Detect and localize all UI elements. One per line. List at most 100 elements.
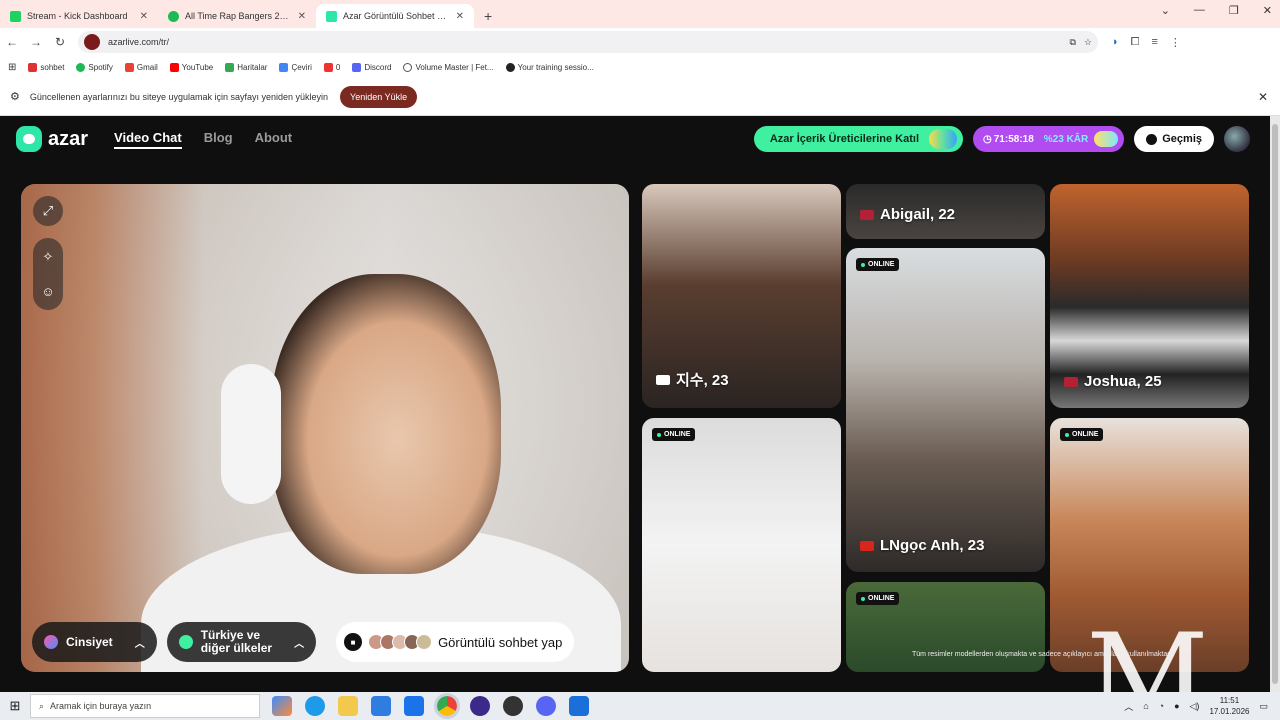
tab-azar[interactable]: Azar Görüntülü Sohbet & Video ✕ (316, 4, 474, 28)
maps-icon (225, 62, 235, 72)
profile-card[interactable]: ONLINE (642, 418, 841, 672)
address-input[interactable]: azarlive.com/tr/ ⧉ ☆ (78, 31, 1098, 53)
clock-time: 11:51 (1219, 696, 1240, 705)
nav-about[interactable]: About (255, 130, 293, 149)
bookmark-label: Volume Master | Fet... (415, 62, 494, 72)
copilot-icon[interactable] (272, 696, 292, 716)
profile-name-text: LNgọc Anh, 23 (880, 537, 985, 554)
face-filter-icon[interactable]: ☺ (33, 276, 63, 306)
windows-taskbar: ⊞ ⌕ Aramak için buraya yazın ︿ ⌂ ◔ ● ◁) … (0, 692, 1280, 720)
bookmark-item[interactable]: Your training sessio... (505, 62, 594, 72)
start-video-chat-button[interactable]: ■ Görüntülü sohbet yap (336, 622, 575, 662)
new-tab-button[interactable]: + (474, 4, 502, 28)
system-tray: ︿ ⌂ ◔ ● ◁) 11:51 17.01.2026 ▭ (1124, 695, 1268, 717)
bookmark-star-icon[interactable]: ☆ (1084, 37, 1092, 48)
chrome-icon[interactable] (434, 693, 460, 719)
chevron-down-icon[interactable]: ⌄ (1161, 4, 1170, 17)
minimize-icon[interactable]: — (1194, 4, 1205, 17)
volume-icon[interactable]: ◁) (1190, 701, 1200, 712)
bookmark-item[interactable]: Gmail (124, 62, 158, 72)
taskbar-search-input[interactable]: ⌕ Aramak için buraya yazın (30, 694, 260, 718)
profile-card[interactable]: Joshua, 25 (1050, 184, 1249, 408)
remote-desktop-icon[interactable] (569, 696, 589, 716)
maximize-icon[interactable]: ❐ (1229, 4, 1239, 17)
discord-icon[interactable] (536, 696, 556, 716)
volume-master-icon (403, 62, 413, 72)
menu-icon[interactable]: ⋮ (1170, 36, 1181, 49)
azar-logo[interactable]: azar (16, 126, 88, 152)
install-app-icon[interactable]: ⧉ (1069, 37, 1075, 48)
bookmark-item[interactable]: YouTube (169, 62, 213, 72)
bookmark-label: Çeviri (291, 62, 312, 72)
reading-list-icon[interactable]: ≡ (1151, 36, 1157, 49)
bookmark-item[interactable]: Haritalar (225, 62, 267, 72)
file-explorer-icon[interactable] (338, 696, 358, 716)
profile-card[interactable]: 지수, 23 (642, 184, 841, 408)
profile-card[interactable]: ONLINE LNgọc Anh, 23 (846, 248, 1045, 572)
tab-kick-dashboard[interactable]: Stream - Kick Dashboard ✕ (0, 4, 158, 28)
region-line-2: diğer ülkeler (200, 641, 273, 655)
magic-wand-icon[interactable]: ✧ (33, 242, 63, 272)
chevron-up-icon[interactable]: ︿ (1124, 700, 1133, 713)
mail-icon[interactable] (404, 696, 424, 716)
app-ring-icon[interactable] (470, 696, 490, 716)
windows-start-icon[interactable]: ⊞ (0, 698, 30, 714)
tab-title: Azar Görüntülü Sohbet & Video (343, 11, 450, 21)
self-video-preview: ⤢ ✧ ☺ Cinsiyet ︿ Türkiye ve diğer ülkele… (21, 184, 629, 672)
video-side-tools: ⤢ ✧ ☺ (33, 196, 63, 310)
promo-button[interactable]: ◷ 71:58:18 %23 KÂR (973, 126, 1125, 152)
profile-card[interactable]: ONLINE (846, 582, 1045, 672)
scrollbar-thumb[interactable] (1272, 124, 1278, 684)
forward-icon[interactable]: → (24, 35, 48, 49)
wifi-icon[interactable]: ◔ (1159, 701, 1164, 711)
reload-button[interactable]: Yeniden Yükle (340, 85, 418, 108)
bookmark-item[interactable]: Volume Master | Fet... (403, 62, 494, 72)
close-window-icon[interactable]: ✕ (1263, 4, 1272, 17)
obs-icon[interactable] (503, 696, 523, 716)
person-headphones (221, 364, 281, 504)
region-filter-button[interactable]: Türkiye ve diğer ülkeler ︿ (166, 622, 317, 662)
tab-title: Stream - Kick Dashboard (27, 11, 128, 21)
close-tab-icon[interactable]: ✕ (140, 11, 148, 22)
page-scrollbar[interactable] (1270, 116, 1280, 692)
gender-filter-button[interactable]: Cinsiyet ︿ (32, 622, 157, 662)
close-tab-icon[interactable]: ✕ (298, 11, 306, 22)
edge-icon[interactable] (305, 696, 325, 716)
address-text: azarlive.com/tr/ (108, 37, 170, 47)
nav-video-chat[interactable]: Video Chat (114, 130, 182, 149)
close-tab-icon[interactable]: ✕ (456, 11, 464, 22)
expand-icon[interactable]: ⤢ (33, 196, 63, 226)
profile-card[interactable]: Abigail, 22 (846, 184, 1045, 239)
extension-icon[interactable]: ◗ (1112, 36, 1119, 49)
bookmark-item[interactable]: sohbet (28, 62, 64, 72)
bookmark-item[interactable]: 0 (323, 62, 340, 72)
bookmark-item[interactable]: Discord (352, 62, 392, 72)
camera-icon: ■ (344, 633, 363, 651)
bookmark-label: Discord (364, 62, 392, 72)
tab-rap-bangers[interactable]: All Time Rap Bangers 2010-2026 ✕ (158, 4, 316, 28)
site-info-icon[interactable] (84, 34, 100, 50)
close-infobar-icon[interactable]: ✕ (1258, 90, 1268, 104)
history-button[interactable]: Geçmiş (1134, 126, 1214, 152)
online-dot-icon (1065, 432, 1069, 437)
logo-text: azar (48, 127, 89, 150)
taskbar-clock[interactable]: 11:51 17.01.2026 (1209, 695, 1249, 717)
infobar-message: Güncellenen ayarlarınızı bu siteye uygul… (29, 91, 329, 102)
network-icon[interactable]: ⌂ (1143, 701, 1148, 711)
site-header: azar Video Chat Blog About Azar İçerik Ü… (0, 116, 1270, 162)
user-avatar[interactable] (1224, 126, 1250, 152)
bookmark-item[interactable]: Spotify (76, 62, 113, 72)
store-icon[interactable] (371, 696, 391, 716)
gem-icon (1094, 131, 1119, 147)
apps-grid-icon[interactable]: ⊞ (8, 62, 16, 73)
start-video-chat-label: Görüntülü sohbet yap (438, 634, 563, 650)
microphone-icon[interactable]: ● (1174, 701, 1179, 711)
creator-join-button[interactable]: Azar İçerik Üreticilerine Katıl (753, 126, 964, 152)
nav-blog[interactable]: Blog (204, 130, 233, 149)
extensions-puzzle-icon[interactable]: ⧠ (1131, 36, 1140, 49)
online-dot-icon (861, 262, 865, 267)
reload-icon[interactable]: ↻ (48, 35, 72, 49)
bookmark-item[interactable]: Çeviri (279, 62, 312, 72)
notifications-icon[interactable]: ▭ (1259, 701, 1268, 712)
back-icon[interactable]: ← (0, 35, 24, 49)
